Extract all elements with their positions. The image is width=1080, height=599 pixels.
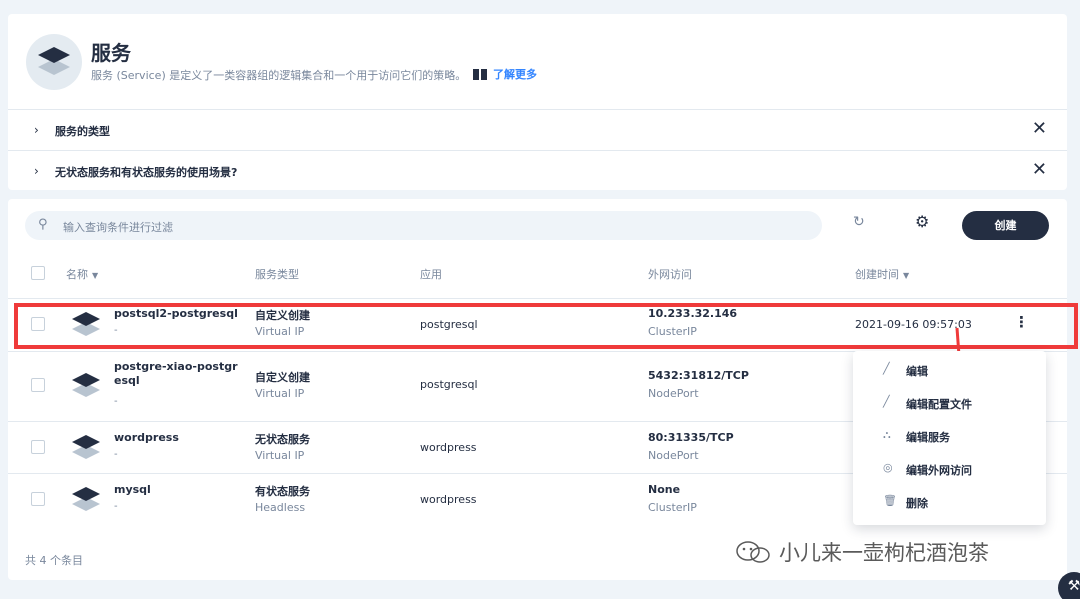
menu-item-edit-service[interactable]: ⛬ 编辑服务 — [853, 420, 1046, 450]
pencil-icon: ╱ — [883, 362, 890, 375]
row-checkbox[interactable] — [31, 492, 45, 506]
external-access-type: NodePort — [648, 449, 699, 462]
hero-section: 服务 服务 (Service) 是定义了一类容器组的逻辑集合和一个用于访问它们的… — [8, 14, 1067, 109]
external-access-type: NodePort — [648, 387, 699, 400]
external-access: 80:31335/TCP — [648, 431, 734, 444]
column-header-created[interactable]: 创建时间 ▼ — [855, 266, 909, 282]
service-type-sub: Headless — [255, 501, 306, 514]
service-alias: - — [114, 396, 118, 407]
highlight-box — [14, 303, 1078, 349]
faq-item-use-cases[interactable]: › 无状态服务和有状态服务的使用场景? ✕ — [8, 150, 1067, 192]
external-access: 5432:31812/TCP — [648, 369, 749, 382]
service-app: wordpress — [420, 493, 477, 506]
column-header-app: 应用 — [420, 268, 442, 281]
menu-item-label: 编辑外网访问 — [906, 464, 972, 477]
column-label: 创建时间 — [855, 268, 899, 281]
service-icon — [72, 435, 100, 459]
menu-item-label: 编辑配置文件 — [906, 398, 972, 411]
trash-icon: 🗑 — [883, 494, 897, 507]
faq-label: 服务的类型 — [55, 125, 110, 138]
service-type: 自定义创建 — [255, 371, 310, 384]
select-all-checkbox[interactable] — [31, 266, 45, 280]
gear-icon[interactable]: ⚙ — [915, 212, 929, 231]
column-header-external: 外网访问 — [648, 268, 692, 281]
service-name[interactable]: mysql — [114, 483, 244, 497]
sort-down-icon: ▼ — [92, 271, 99, 280]
menu-item-label: 编辑服务 — [906, 431, 950, 444]
chevron-right-icon: › — [34, 123, 39, 137]
page-description: 服务 (Service) 是定义了一类容器组的逻辑集合和一个用于访问它们的策略。 — [91, 69, 467, 82]
column-header-name[interactable]: 名称 ▼ — [66, 266, 98, 282]
service-app: postgresql — [420, 378, 478, 391]
watermark: 小儿来一壶枸杞酒泡茶 — [735, 537, 989, 567]
page-header-card: 服务 服务 (Service) 是定义了一类容器组的逻辑集合和一个用于访问它们的… — [8, 14, 1067, 190]
book-icon — [473, 68, 487, 80]
service-type-sub: Virtual IP — [255, 449, 305, 462]
row-checkbox[interactable] — [31, 440, 45, 454]
faq-item-service-types[interactable]: › 服务的类型 ✕ — [8, 109, 1067, 151]
column-label: 名称 — [66, 268, 88, 281]
menu-item-label: 删除 — [906, 497, 928, 510]
menu-item-edit-external-access[interactable]: ◎ 编辑外网访问 — [853, 453, 1046, 483]
learn-more-label: 了解更多 — [493, 68, 537, 81]
menu-item-edit-yaml[interactable]: ╱ 编辑配置文件 — [853, 387, 1046, 417]
close-icon[interactable]: ✕ — [1032, 159, 1047, 180]
service-logo-icon — [26, 34, 82, 90]
column-header-type: 服务类型 — [255, 268, 299, 281]
service-icon — [72, 487, 100, 511]
service-name[interactable]: postgre-xiao-postgresql — [114, 360, 244, 388]
search-input[interactable]: ⚲ 输入查询条件进行过滤 — [25, 211, 822, 240]
service-alias: - — [114, 501, 118, 512]
row-actions-menu: ╱ 编辑 ╱ 编辑配置文件 ⛬ 编辑服务 ◎ 编辑外网访问 🗑 删除 — [853, 351, 1046, 525]
refresh-icon[interactable]: ↻ — [853, 214, 865, 230]
close-icon[interactable]: ✕ — [1032, 118, 1047, 139]
globe-icon: ◎ — [883, 461, 893, 474]
search-placeholder: 输入查询条件进行过滤 — [63, 221, 173, 234]
service-name[interactable]: wordpress — [114, 431, 244, 445]
search-icon: ⚲ — [38, 217, 48, 232]
external-access-type: ClusterIP — [648, 501, 697, 514]
service-type-sub: Virtual IP — [255, 387, 305, 400]
menu-item-edit[interactable]: ╱ 编辑 — [853, 354, 1046, 384]
total-count: 共 4 个条目 — [25, 554, 83, 567]
chevron-right-icon: › — [34, 164, 39, 178]
watermark-text: 小儿来一壶枸杞酒泡茶 — [779, 541, 989, 565]
service-type: 有状态服务 — [255, 485, 310, 498]
external-access: None — [648, 483, 681, 496]
service-app: wordpress — [420, 441, 477, 454]
service-icon: ⛬ — [883, 428, 891, 441]
faq-label: 无状态服务和有状态服务的使用场景? — [55, 166, 238, 179]
menu-item-delete[interactable]: 🗑 删除 — [853, 486, 1046, 516]
row-checkbox[interactable] — [31, 378, 45, 392]
wechat-icon — [736, 541, 770, 563]
service-alias: - — [114, 449, 118, 460]
service-type: 无状态服务 — [255, 433, 310, 446]
sort-down-icon: ▼ — [903, 271, 910, 280]
create-button[interactable]: 创建 — [962, 211, 1049, 240]
learn-more-link[interactable]: 了解更多 — [473, 66, 537, 82]
menu-item-label: 编辑 — [906, 365, 928, 378]
page-title: 服务 — [91, 41, 131, 65]
service-icon — [72, 373, 100, 397]
pencil-icon: ╱ — [883, 395, 890, 408]
